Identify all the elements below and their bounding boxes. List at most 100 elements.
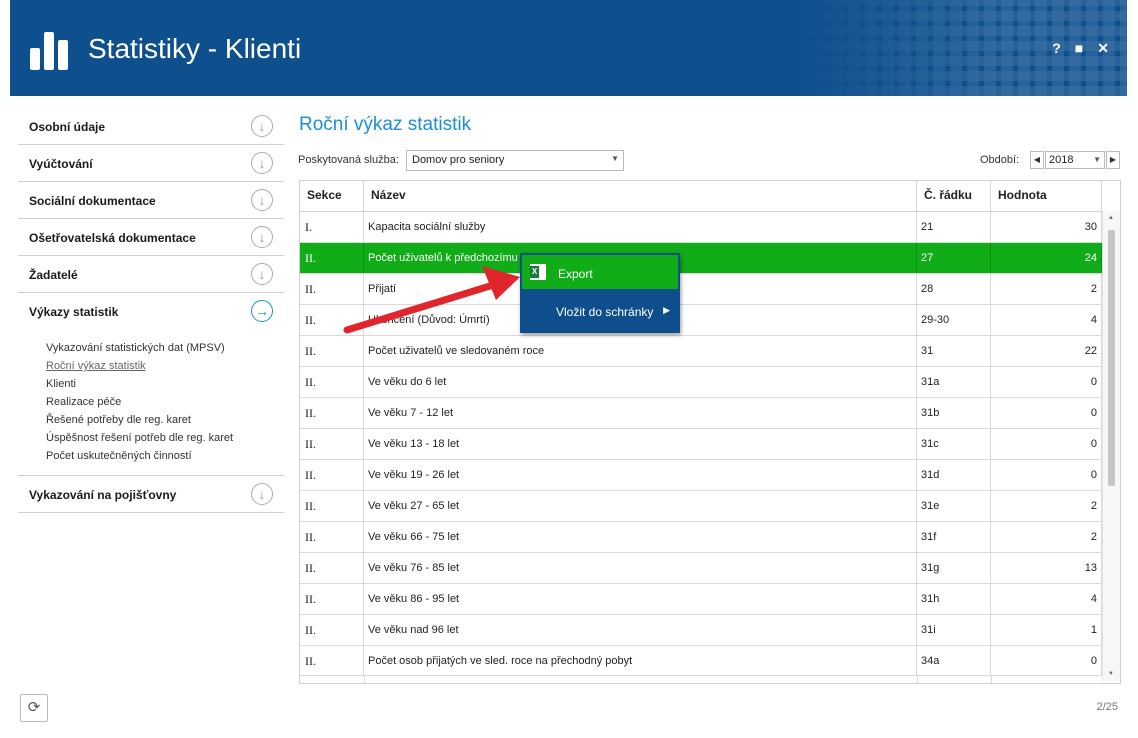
help-button[interactable]: ? <box>1052 40 1061 57</box>
cell-sekce: II. <box>300 553 364 583</box>
cell-sekce: II. <box>300 429 364 459</box>
expand-down-icon[interactable]: ↓ <box>251 189 273 211</box>
sidebar-section-label: Žadatelé <box>29 268 78 282</box>
scroll-up-icon[interactable]: ▲ <box>1108 215 1114 221</box>
cell-radek: 31i <box>917 615 991 645</box>
period-picker: ◀ 2018 ▼ ▶ <box>1030 151 1120 169</box>
cell-sekce: II. <box>300 584 364 614</box>
service-select[interactable]: Domov pro seniory ▼ <box>406 150 624 171</box>
table-row[interactable]: II. Ukončení (Důvod: Úmrtí) 29-30 4 <box>300 305 1102 336</box>
statistics-table: Sekce Název Č. řádku Hodnota I. Kapacita … <box>299 180 1121 684</box>
table-row[interactable]: II. Ve věku 66 - 75 let 31f 2 <box>300 522 1102 553</box>
table-row[interactable]: II. Ve věku 76 - 85 let 31g 13 <box>300 553 1102 584</box>
page-title: Roční výkaz statistik <box>299 114 472 135</box>
column-header-nazev[interactable]: Název <box>364 181 917 211</box>
context-menu-copy-to-clipboard[interactable]: Vložit do schránky ▶ <box>520 293 680 331</box>
cell-radek: 31 <box>917 336 991 366</box>
sidebar-section-vykazovani-na-pojistovny[interactable]: Vykazování na pojišťovny ↓ <box>18 476 284 513</box>
sidebar-subitem-current[interactable]: Roční výkaz statistik <box>46 357 284 375</box>
column-header-hodnota[interactable]: Hodnota <box>991 181 1102 211</box>
sidebar-section-vyuctovani[interactable]: Vyúčtování ↓ <box>18 145 284 182</box>
cell-hodnota: 24 <box>991 243 1102 273</box>
sidebar-subitems: Vykazování statistických dat (MPSV) Ročn… <box>18 329 284 476</box>
sidebar-section-label: Ošetřovatelská dokumentace <box>29 231 196 245</box>
cell-nazev: Ve věku 7 - 12 let <box>364 398 917 428</box>
cell-radek: 31g <box>917 553 991 583</box>
sidebar-subitem[interactable]: Vykazování statistických dat (MPSV) <box>46 339 284 357</box>
expand-down-icon[interactable]: ↓ <box>251 115 273 137</box>
table-row[interactable]: II. Ve věku 13 - 18 let 31c 0 <box>300 429 1102 460</box>
sidebar-section-label: Osobní údaje <box>29 120 106 134</box>
cell-sekce: II. <box>300 460 364 490</box>
table-header: Sekce Název Č. řádku Hodnota <box>300 181 1102 212</box>
table-row[interactable]: II. Počet uživatelů ve sledovaném roce 31 2… <box>300 336 1102 367</box>
app-title: Statistiky - Klienti <box>88 33 302 64</box>
cell-nazev: Počet osob přijatých ve sled. roce na př… <box>364 646 917 676</box>
sidebar-subitem[interactable]: Počet uskutečněných činností <box>46 447 284 465</box>
cell-sekce: II. <box>300 336 364 366</box>
chevron-down-icon: ▼ <box>611 154 619 163</box>
cell-radek: 31d <box>917 460 991 490</box>
table-row[interactable]: II. Ve věku 7 - 12 let 31b 0 <box>300 398 1102 429</box>
cell-radek: 34a <box>917 646 991 676</box>
table-body: I. Kapacita sociální služby 21 30 II. Počet u… <box>300 212 1102 677</box>
refresh-icon: ⟳ <box>27 699 41 716</box>
cell-nazev: Ve věku 13 - 18 let <box>364 429 917 459</box>
table-row[interactable]: II. Ve věku nad 96 let 31i 1 <box>300 615 1102 646</box>
table-row[interactable]: II. Ve věku do 6 let 31a 0 <box>300 367 1102 398</box>
sidebar-section-osetrovatelska-dokumentace[interactable]: Ošetřovatelská dokumentace ↓ <box>18 219 284 256</box>
cell-hodnota: 22 <box>991 336 1102 366</box>
context-menu-export[interactable]: X Export <box>520 253 680 291</box>
expand-down-icon[interactable]: ↓ <box>251 226 273 248</box>
sidebar-subitem[interactable]: Úspěšnost řešení potřeb dle reg. karet <box>46 429 284 447</box>
sidebar-section-zadatele[interactable]: Žadatelé ↓ <box>18 256 284 293</box>
table-row-selected[interactable]: II. Počet uživatelů k předchozímu roku 27 2… <box>300 243 1102 274</box>
cell-radek: 31e <box>917 491 991 521</box>
cell-nazev: Ve věku 27 - 65 let <box>364 491 917 521</box>
expand-down-icon[interactable]: ↓ <box>251 483 273 505</box>
period-next-button[interactable]: ▶ <box>1106 151 1120 169</box>
table-row[interactable]: I. Kapacita sociální služby 21 30 <box>300 212 1102 243</box>
app-header: Statistiky - Klienti ? ■ ✕ <box>10 0 1127 96</box>
sidebar-subitem[interactable]: Klienti <box>46 375 284 393</box>
refresh-button[interactable]: ⟳ <box>20 694 48 722</box>
period-select[interactable]: 2018 ▼ <box>1045 151 1105 169</box>
cell-sekce: II. <box>300 274 364 304</box>
table-row[interactable]: II. Počet osob přijatých ve sled. roce na… <box>300 646 1102 677</box>
submenu-arrow-icon: ▶ <box>663 305 670 315</box>
cell-nazev: Ve věku 86 - 95 let <box>364 584 917 614</box>
expand-down-icon[interactable]: ↓ <box>251 152 273 174</box>
context-menu: X Export Vložit do schránky ▶ <box>520 253 680 333</box>
sidebar-subitem[interactable]: Řešené potřeby dle reg. karet <box>46 411 284 429</box>
maximize-button[interactable]: ■ <box>1075 40 1083 57</box>
column-header-radek[interactable]: Č. řádku <box>917 181 991 211</box>
cell-hodnota: 0 <box>991 398 1102 428</box>
vertical-scrollbar[interactable]: ▲ ▼ <box>1102 211 1120 681</box>
cell-hodnota: 2 <box>991 491 1102 521</box>
close-button[interactable]: ✕ <box>1097 40 1109 57</box>
arrow-right-icon[interactable]: → <box>251 300 273 322</box>
table-row[interactable]: II. Přijatí 28 2 <box>300 274 1102 305</box>
cell-radek: 29-30 <box>917 305 991 335</box>
period-prev-button[interactable]: ◀ <box>1030 151 1044 169</box>
cell-radek: 27 <box>917 243 991 273</box>
cell-hodnota: 13 <box>991 553 1102 583</box>
cell-sekce: II. <box>300 398 364 428</box>
cell-radek: 31c <box>917 429 991 459</box>
scroll-down-icon[interactable]: ▼ <box>1108 671 1114 677</box>
chevron-down-icon: ▼ <box>1093 155 1101 164</box>
column-header-sekce[interactable]: Sekce <box>300 181 364 211</box>
sidebar-section-osobni-udaje[interactable]: Osobní údaje ↓ <box>18 108 284 145</box>
sidebar-section-socialni-dokumentace[interactable]: Sociální dokumentace ↓ <box>18 182 284 219</box>
table-row[interactable]: II. Ve věku 19 - 26 let 31d 0 <box>300 460 1102 491</box>
cell-hodnota: 4 <box>991 584 1102 614</box>
expand-down-icon[interactable]: ↓ <box>251 263 273 285</box>
table-row[interactable]: II. Ve věku 86 - 95 let 31h 4 <box>300 584 1102 615</box>
table-row[interactable]: II. Ve věku 27 - 65 let 31e 2 <box>300 491 1102 522</box>
scrollbar-thumb[interactable] <box>1108 230 1115 486</box>
cell-sekce: II. <box>300 367 364 397</box>
sidebar-subitem[interactable]: Realizace péče <box>46 393 284 411</box>
statistics-logo-icon <box>30 22 74 70</box>
sidebar-section-vykazy-statistik[interactable]: Výkazy statistik → <box>18 293 284 329</box>
cell-nazev: Kapacita sociální služby <box>364 212 917 242</box>
